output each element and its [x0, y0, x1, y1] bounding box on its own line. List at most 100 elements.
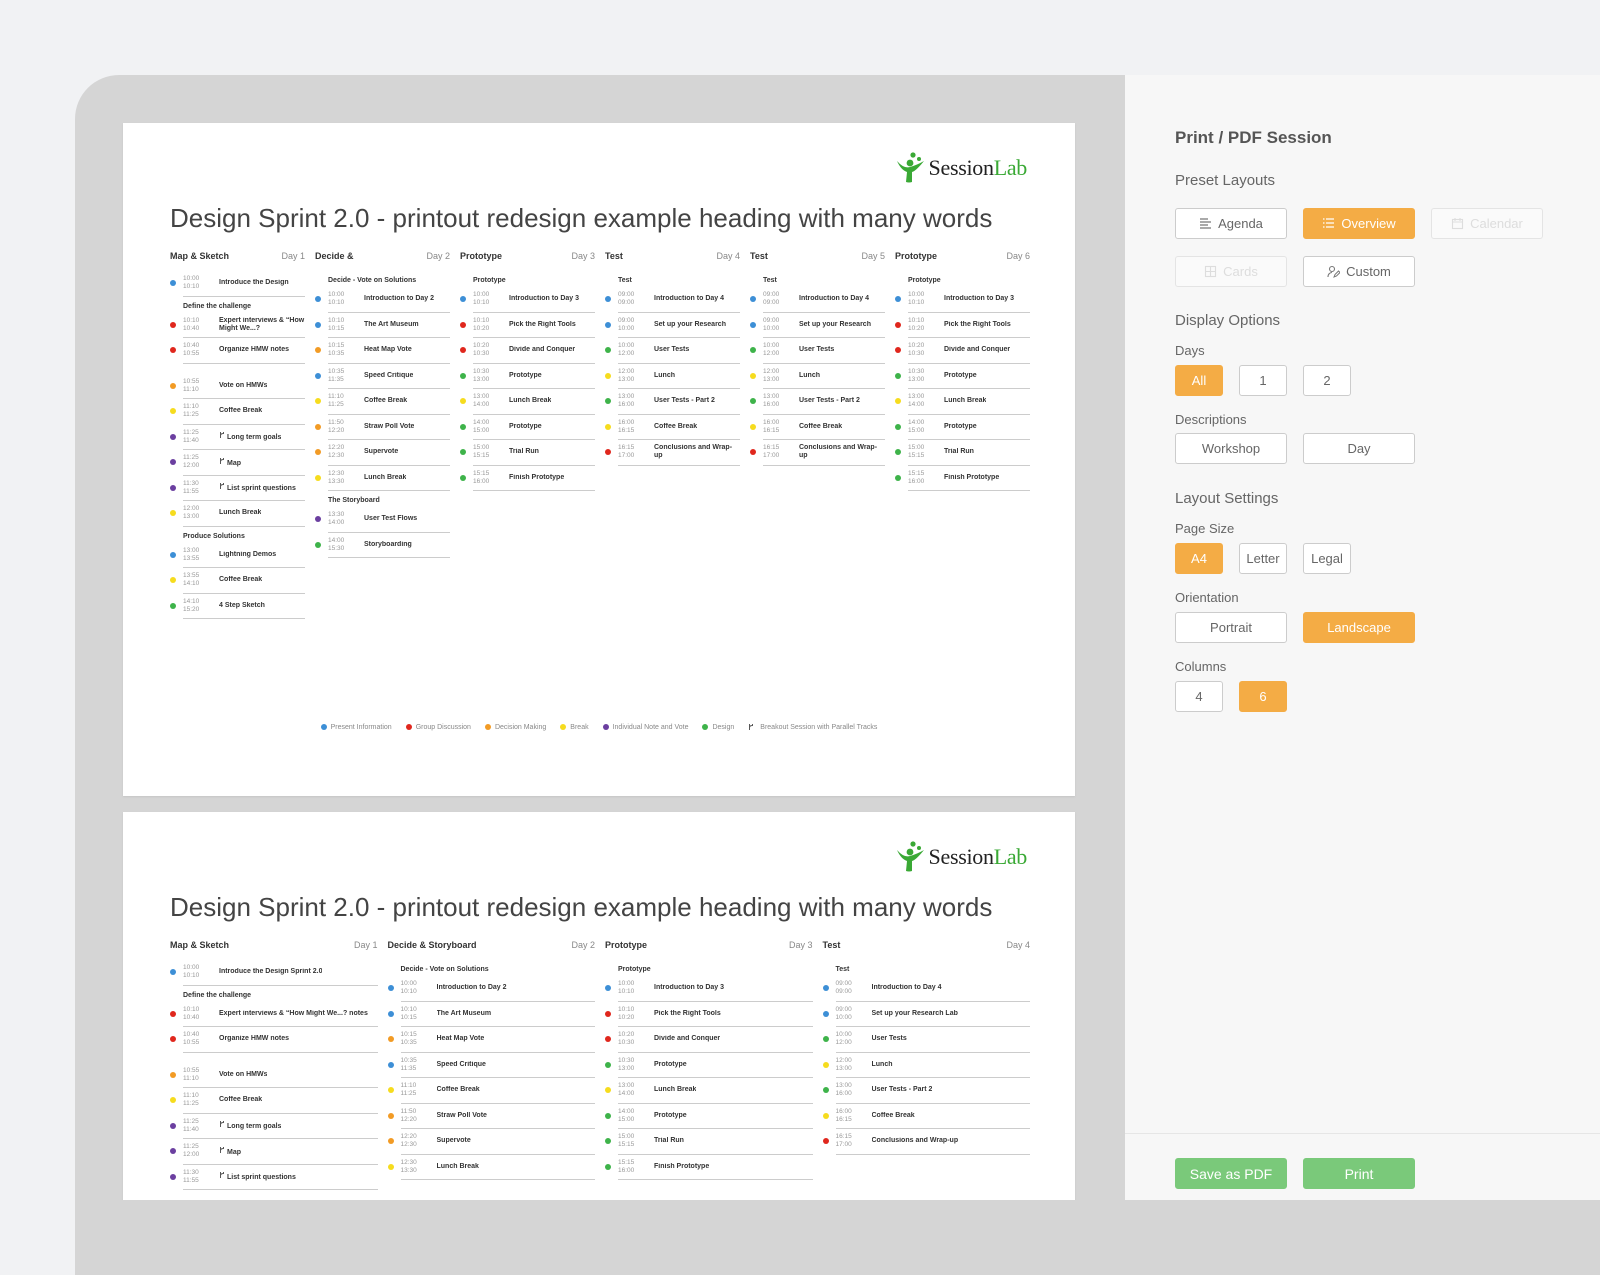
agenda-item[interactable]: 10:10 10:15 The Art Museum: [387, 1002, 595, 1027]
agenda-item[interactable]: 10:15 10:35 Heat Map Vote: [387, 1027, 595, 1053]
agenda-item[interactable]: 10:00 10:10 Introduce the Design: [170, 271, 305, 297]
agenda-item[interactable]: 11:25 12:00 Map: [170, 1139, 378, 1165]
agenda-item[interactable]: 16:00 16:15 Coffee Break: [605, 415, 740, 440]
days-2-button[interactable]: 2: [1303, 365, 1351, 396]
agenda-item[interactable]: 10:35 11:35 Speed Critique: [315, 364, 450, 389]
days-all-button[interactable]: All: [1175, 365, 1223, 396]
agenda-item[interactable]: 10:10 10:20 Pick the Right Tools: [605, 1002, 813, 1027]
agenda-item[interactable]: 16:15 17:00 Conclusions and Wrap-up: [822, 1129, 1030, 1155]
agenda-item[interactable]: 13:00 16:00 User Tests - Part 2: [822, 1078, 1030, 1104]
agenda-item[interactable]: 15:00 15:15 Trial Run: [605, 1129, 813, 1155]
agenda-item[interactable]: 10:40 10:55 Organize HMW notes: [170, 1027, 378, 1053]
agenda-item[interactable]: 11:30 11:55 List sprint questions: [170, 476, 305, 501]
agenda-item[interactable]: 10:10 10:40 Expert interviews & “How Might…: [170, 313, 305, 338]
agenda-item[interactable]: 15:15 16:00 Finish Prototype: [460, 466, 595, 491]
agenda-item[interactable]: 09:00 10:00 Set up your Research: [605, 313, 740, 338]
preset-calendar-button[interactable]: Calendar: [1431, 208, 1543, 239]
orientation-portrait-button[interactable]: Portrait: [1175, 612, 1287, 643]
agenda-item[interactable]: 10:00 10:10 Introduction to Day 2: [315, 287, 450, 313]
agenda-item[interactable]: 12:20 12:30 Supervote: [315, 440, 450, 466]
agenda-item[interactable]: 10:20 10:30 Divide and Conquer: [895, 338, 1030, 364]
save-as-pdf-button[interactable]: Save as PDF: [1175, 1158, 1287, 1189]
agenda-item[interactable]: 14:00 15:00 Prototype: [895, 415, 1030, 440]
agenda-item[interactable]: 10:20 10:30 Divide and Conquer: [605, 1027, 813, 1053]
agenda-item[interactable]: 16:15 17:00 Conclusions and Wrap-up: [750, 440, 885, 466]
agenda-item[interactable]: 13:00 16:00 User Tests - Part 2: [605, 389, 740, 415]
agenda-item[interactable]: 10:00 10:10 Introduce the Design Sprint 2.…: [170, 960, 378, 986]
agenda-item[interactable]: 15:15 16:00 Finish Prototype: [895, 466, 1030, 491]
preset-overview-button[interactable]: Overview: [1303, 208, 1415, 239]
agenda-item[interactable]: 09:00 10:00 Set up your Research: [750, 313, 885, 338]
agenda-item[interactable]: 16:00 16:15 Coffee Break: [750, 415, 885, 440]
descriptions-workshop-button[interactable]: Workshop: [1175, 433, 1287, 464]
agenda-item[interactable]: 10:00 12:00 User Tests: [822, 1027, 1030, 1053]
print-button[interactable]: Print: [1303, 1158, 1415, 1189]
page-size-legal-button[interactable]: Legal: [1303, 543, 1351, 574]
agenda-item[interactable]: 10:30 13:00 Prototype: [460, 364, 595, 389]
agenda-item[interactable]: 13:55 14:10 Coffee Break: [170, 568, 305, 594]
agenda-item[interactable]: 11:10 11:25 Coffee Break: [315, 389, 450, 415]
page-size-letter-button[interactable]: Letter: [1239, 543, 1287, 574]
agenda-item[interactable]: 11:25 11:40 Long term goals: [170, 425, 305, 450]
agenda-item[interactable]: 10:55 11:10 Vote on HMWs: [170, 374, 305, 399]
agenda-item[interactable]: 10:00 10:10 Introduction to Day 2: [387, 976, 595, 1002]
agenda-item[interactable]: 12:30 13:30 Lunch Break: [387, 1155, 595, 1180]
agenda-item[interactable]: 15:00 15:15 Trial Run: [895, 440, 1030, 466]
agenda-item[interactable]: 12:30 13:30 Lunch Break: [315, 466, 450, 491]
preset-custom-button[interactable]: Custom: [1303, 256, 1415, 287]
page-size-a4-button[interactable]: A4: [1175, 543, 1223, 574]
agenda-item[interactable]: 11:50 12:20 Straw Poll Vote: [387, 1104, 595, 1129]
agenda-item[interactable]: 11:50 12:20 Straw Poll Vote: [315, 415, 450, 440]
agenda-item[interactable]: 10:30 13:00 Prototype: [605, 1053, 813, 1078]
agenda-item[interactable]: 12:00 13:00 Lunch: [605, 364, 740, 389]
agenda-item[interactable]: 14:00 15:00 Prototype: [460, 415, 595, 440]
agenda-item[interactable]: 11:25 11:40 Long term goals: [170, 1114, 378, 1139]
agenda-item[interactable]: 16:15 17:00 Conclusions and Wrap-up: [605, 440, 740, 466]
days-1-button[interactable]: 1: [1239, 365, 1287, 396]
agenda-item[interactable]: 10:35 11:35 Speed Critique: [387, 1053, 595, 1078]
agenda-item[interactable]: 10:10 10:40 Expert interviews & “How Might…: [170, 1002, 378, 1027]
agenda-item[interactable]: 10:10 10:15 The Art Museum: [315, 313, 450, 338]
agenda-item[interactable]: 10:15 10:35 Heat Map Vote: [315, 338, 450, 364]
columns-6-button[interactable]: 6: [1239, 681, 1287, 712]
agenda-item[interactable]: 13:00 14:00 Lunch Break: [895, 389, 1030, 415]
agenda-item[interactable]: 10:10 10:20 Pick the Right Tools: [895, 313, 1030, 338]
agenda-item[interactable]: 11:25 12:00 Map: [170, 450, 305, 476]
agenda-item[interactable]: 16:00 16:15 Coffee Break: [822, 1104, 1030, 1129]
agenda-item[interactable]: 09:00 09:00 Introduction to Day 4: [750, 287, 885, 313]
agenda-item[interactable]: 13:30 14:00 User Test Flows: [315, 507, 450, 533]
agenda-item[interactable]: 13:00 16:00 User Tests - Part 2: [750, 389, 885, 415]
agenda-item[interactable]: 10:30 13:00 Prototype: [895, 364, 1030, 389]
agenda-item[interactable]: 09:00 10:00 Set up your Research Lab: [822, 1002, 1030, 1027]
agenda-item[interactable]: 10:00 10:10 Introduction to Day 3: [895, 287, 1030, 313]
agenda-item[interactable]: 13:00 14:00 Lunch Break: [460, 389, 595, 415]
columns-4-button[interactable]: 4: [1175, 681, 1223, 712]
agenda-item[interactable]: 09:00 09:00 Introduction to Day 4: [822, 976, 1030, 1002]
agenda-item[interactable]: 10:20 10:30 Divide and Conquer: [460, 338, 595, 364]
agenda-item[interactable]: 14:10 15:20 4 Step Sketch: [170, 594, 305, 619]
agenda-item[interactable]: 10:55 11:10 Vote on HMWs: [170, 1063, 378, 1088]
agenda-item[interactable]: 10:00 10:10 Introduction to Day 3: [605, 976, 813, 1002]
agenda-item[interactable]: 11:10 11:25 Coffee Break: [170, 399, 305, 425]
agenda-item[interactable]: 10:00 10:10 Introduction to Day 3: [460, 287, 595, 313]
descriptions-day-button[interactable]: Day: [1303, 433, 1415, 464]
agenda-item[interactable]: 13:00 14:00 Lunch Break: [605, 1078, 813, 1104]
agenda-item[interactable]: 14:00 15:30 Storyboarding: [315, 533, 450, 558]
agenda-item[interactable]: 11:10 11:25 Coffee Break: [170, 1088, 378, 1114]
agenda-item[interactable]: 12:00 13:00 Lunch: [822, 1053, 1030, 1078]
agenda-item[interactable]: 10:10 10:20 Pick the Right Tools: [460, 313, 595, 338]
agenda-item[interactable]: 10:40 10:55 Organize HMW notes: [170, 338, 305, 364]
agenda-item[interactable]: 09:00 09:00 Introduction to Day 4: [605, 287, 740, 313]
agenda-item[interactable]: 14:00 15:00 Prototype: [605, 1104, 813, 1129]
agenda-item[interactable]: 11:30 11:55 List sprint questions: [170, 1165, 378, 1190]
agenda-item[interactable]: 12:00 13:00 Lunch Break: [170, 501, 305, 527]
print-preview[interactable]: SessionLab Design Sprint 2.0 - printout …: [75, 75, 1124, 1200]
agenda-item[interactable]: 12:20 12:30 Supervote: [387, 1129, 595, 1155]
orientation-landscape-button[interactable]: Landscape: [1303, 612, 1415, 643]
agenda-item[interactable]: 13:00 13:55 Lightning Demos: [170, 543, 305, 568]
preset-agenda-button[interactable]: Agenda: [1175, 208, 1287, 239]
agenda-item[interactable]: 15:15 16:00 Finish Prototype: [605, 1155, 813, 1180]
agenda-item[interactable]: 11:10 11:25 Coffee Break: [387, 1078, 595, 1104]
preset-cards-button[interactable]: Cards: [1175, 256, 1287, 287]
agenda-item[interactable]: 15:00 15:15 Trial Run: [460, 440, 595, 466]
